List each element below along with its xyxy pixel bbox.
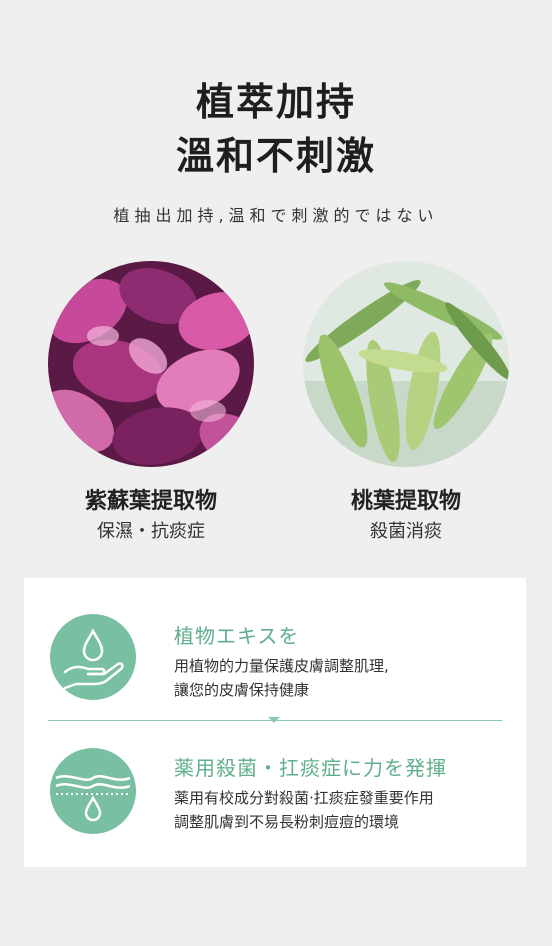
features-card: 植物エキスを 用植物的力量保護皮膚調整肌理, 讓您的皮膚保持健康 薬用殺菌・扛痰… (24, 578, 526, 867)
ingredient-desc-peach: 殺菌消痰 (370, 521, 442, 542)
water-drop-hand-icon (50, 614, 136, 700)
peach-leaves-photo (303, 261, 509, 467)
feature-title-medicated: 薬用殺菌・扛痰症に力を発揮 (174, 756, 447, 780)
purple-shiso-leaves-photo (48, 261, 254, 467)
feature-desc-line: 用植物的力量保護皮膚調整肌理, (174, 657, 389, 675)
feature-desc-line: 讓您的皮膚保持健康 (174, 681, 310, 699)
page-title-line-2: 溫和不刺激 (175, 134, 376, 178)
skin-layer-drop-icon (50, 748, 136, 834)
ingredient-name-peach: 桃葉提取物 (350, 489, 461, 514)
page-subtitle: 植抽出加持,温和で刺激的ではない (113, 206, 439, 225)
page-title-line-1: 植萃加持 (195, 80, 356, 124)
divider-notch (268, 717, 280, 723)
ingredient-name-shiso: 紫蘇葉提取物 (84, 489, 217, 514)
feature-desc-line: 調整肌膚到不易長粉刺痘痘的環境 (174, 813, 400, 831)
feature-desc-plant-extract: 用植物的力量保護皮膚調整肌理, 讓您的皮膚保持健康 (174, 654, 389, 702)
feature-desc-line: 薬用有校成分對殺菌‧扛痰症發重要作用 (174, 789, 434, 807)
feature-desc-medicated: 薬用有校成分對殺菌‧扛痰症發重要作用 調整肌膚到不易長粉刺痘痘的環境 (174, 786, 434, 834)
feature-title-plant-extract: 植物エキスを (174, 624, 300, 648)
ingredient-desc-shiso: 保濕・抗痰症 (97, 521, 205, 542)
